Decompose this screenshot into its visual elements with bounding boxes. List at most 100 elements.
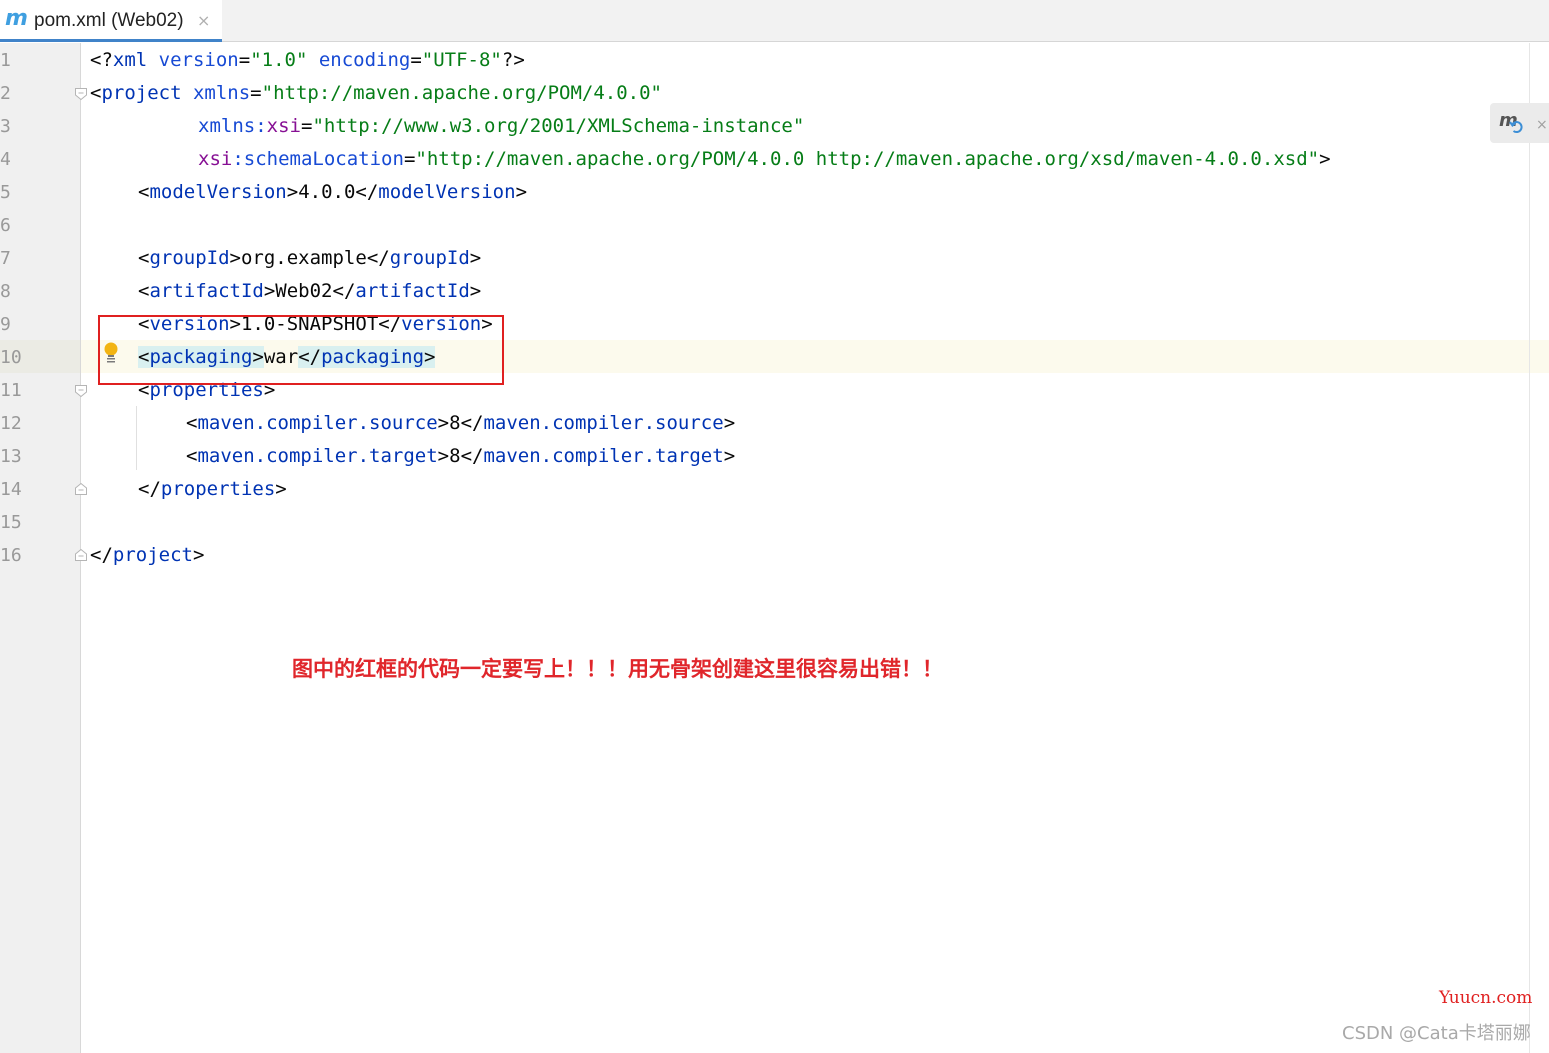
token: groupId bbox=[149, 247, 230, 269]
token: xmlns bbox=[198, 115, 256, 137]
fold-end-icon[interactable] bbox=[74, 482, 88, 496]
fold-end-icon[interactable] bbox=[74, 548, 88, 562]
token: : bbox=[255, 115, 267, 137]
code-line-3[interactable]: xmlns:xsi="http://www.w3.org/2001/XMLSch… bbox=[198, 110, 804, 143]
token: "http://maven.apache.org/POM/4.0.0 http:… bbox=[415, 148, 1320, 170]
svg-text:×: × bbox=[1536, 117, 1548, 133]
token: > bbox=[515, 181, 528, 203]
line-number: 2 bbox=[0, 83, 11, 104]
token: properties bbox=[160, 478, 276, 500]
code-line-7[interactable]: <groupId>org.example</groupId> bbox=[138, 242, 481, 275]
token: org.example bbox=[240, 247, 367, 269]
token: modelVersion bbox=[378, 181, 516, 203]
token: encoding bbox=[307, 49, 411, 71]
token: xmlns bbox=[181, 82, 251, 104]
code-line-1[interactable]: <?xml version="1.0" encoding="UTF-8"?> bbox=[90, 44, 525, 77]
line-number: 16 bbox=[0, 545, 22, 566]
token: maven.compiler.target bbox=[197, 445, 438, 467]
code-line-4[interactable]: xsi:schemaLocation="http://maven.apache.… bbox=[198, 143, 1331, 176]
editor-tab-bar: m pom.xml (Web02) × bbox=[0, 0, 1549, 42]
token: schemaLocation bbox=[243, 148, 404, 170]
tab-label: pom.xml (Web02) bbox=[34, 10, 184, 31]
token: </ bbox=[460, 445, 484, 467]
token: project bbox=[101, 82, 182, 104]
code-line-5[interactable]: <modelVersion>4.0.0</modelVersion> bbox=[138, 176, 527, 209]
annotation-note: 图中的红框的代码一定要写上！！！用无骨架创建这里很容易出错！！ bbox=[292, 657, 943, 681]
token: </ bbox=[332, 280, 356, 302]
code-line-12[interactable]: <maven.compiler.source>8</maven.compiler… bbox=[186, 407, 735, 440]
token: modelVersion bbox=[149, 181, 287, 203]
line-number: 15 bbox=[0, 512, 22, 533]
token: "1.0" bbox=[250, 49, 308, 71]
code-line-8[interactable]: <artifactId>Web02</artifactId> bbox=[138, 275, 481, 308]
line-number: 10 bbox=[0, 347, 22, 368]
close-icon[interactable]: × bbox=[197, 10, 210, 32]
token: > bbox=[437, 412, 450, 434]
code-line-2[interactable]: <project xmlns="http://maven.apache.org/… bbox=[90, 77, 662, 110]
fold-marker-icon[interactable] bbox=[74, 384, 88, 398]
line-number: 13 bbox=[0, 446, 22, 467]
token: ?> bbox=[501, 49, 525, 71]
token: 8 bbox=[449, 412, 461, 434]
maven-m-icon: m bbox=[5, 6, 28, 31]
site-watermark: Yuucn.com bbox=[1439, 988, 1533, 1008]
token: artifactId bbox=[355, 280, 470, 302]
line-number: 6 bbox=[0, 215, 11, 236]
token: "UTF-8" bbox=[421, 49, 502, 71]
token: < bbox=[90, 82, 102, 104]
indent-guide bbox=[136, 406, 137, 470]
token: > bbox=[1319, 148, 1331, 170]
token: < bbox=[138, 181, 150, 203]
token: <? bbox=[90, 49, 113, 71]
line-number: 3 bbox=[0, 116, 11, 137]
token: xsi bbox=[198, 148, 233, 170]
code-line-16[interactable]: </project> bbox=[90, 539, 204, 572]
fold-marker-icon[interactable] bbox=[74, 87, 88, 101]
line-number: 14 bbox=[0, 479, 22, 500]
token: "http://maven.apache.org/POM/4.0.0" bbox=[261, 82, 662, 104]
token: version bbox=[147, 49, 239, 71]
token: </ bbox=[138, 478, 161, 500]
token: > bbox=[723, 412, 736, 434]
line-number: 1 bbox=[0, 50, 11, 71]
token: project bbox=[112, 544, 193, 566]
line-number: 9 bbox=[0, 314, 11, 335]
token: < bbox=[186, 412, 198, 434]
token: groupId bbox=[389, 247, 470, 269]
token: "http://www.w3.org/2001/XMLSchema-instan… bbox=[312, 115, 805, 137]
token: < bbox=[138, 247, 150, 269]
token: maven.compiler.target bbox=[483, 445, 724, 467]
token: : bbox=[232, 148, 244, 170]
token: > bbox=[469, 280, 482, 302]
token: > bbox=[229, 247, 241, 269]
token: maven.compiler.source bbox=[197, 412, 438, 434]
token: = bbox=[300, 115, 313, 137]
tab-pom-xml[interactable]: m pom.xml (Web02) × bbox=[0, 0, 222, 42]
maven-reload-button[interactable]: m × bbox=[1490, 103, 1549, 143]
code-line-14[interactable]: </properties> bbox=[138, 473, 287, 506]
token: xml bbox=[112, 49, 148, 71]
right-margin-line bbox=[1529, 43, 1530, 1053]
token: < bbox=[138, 280, 150, 302]
token: maven.compiler.source bbox=[483, 412, 724, 434]
token: </ bbox=[355, 181, 379, 203]
token: artifactId bbox=[149, 280, 264, 302]
token: > bbox=[275, 478, 287, 500]
token: = bbox=[403, 148, 416, 170]
token: > bbox=[263, 280, 276, 302]
line-number: 12 bbox=[0, 413, 22, 434]
csdn-watermark: CSDN @Cata卡塔丽娜 bbox=[1342, 1023, 1531, 1044]
token: > bbox=[723, 445, 736, 467]
line-number: 7 bbox=[0, 248, 11, 269]
line-number: 11 bbox=[0, 380, 22, 401]
token: Web02 bbox=[275, 280, 333, 302]
line-number: 8 bbox=[0, 281, 11, 302]
token: xsi bbox=[266, 115, 301, 137]
highlight-box bbox=[98, 315, 504, 385]
token: </ bbox=[90, 544, 113, 566]
token: < bbox=[186, 445, 198, 467]
maven-reload-icon: m × bbox=[1499, 110, 1548, 134]
token: = bbox=[238, 49, 251, 71]
token: > bbox=[437, 445, 450, 467]
code-line-13[interactable]: <maven.compiler.target>8</maven.compiler… bbox=[186, 440, 735, 473]
